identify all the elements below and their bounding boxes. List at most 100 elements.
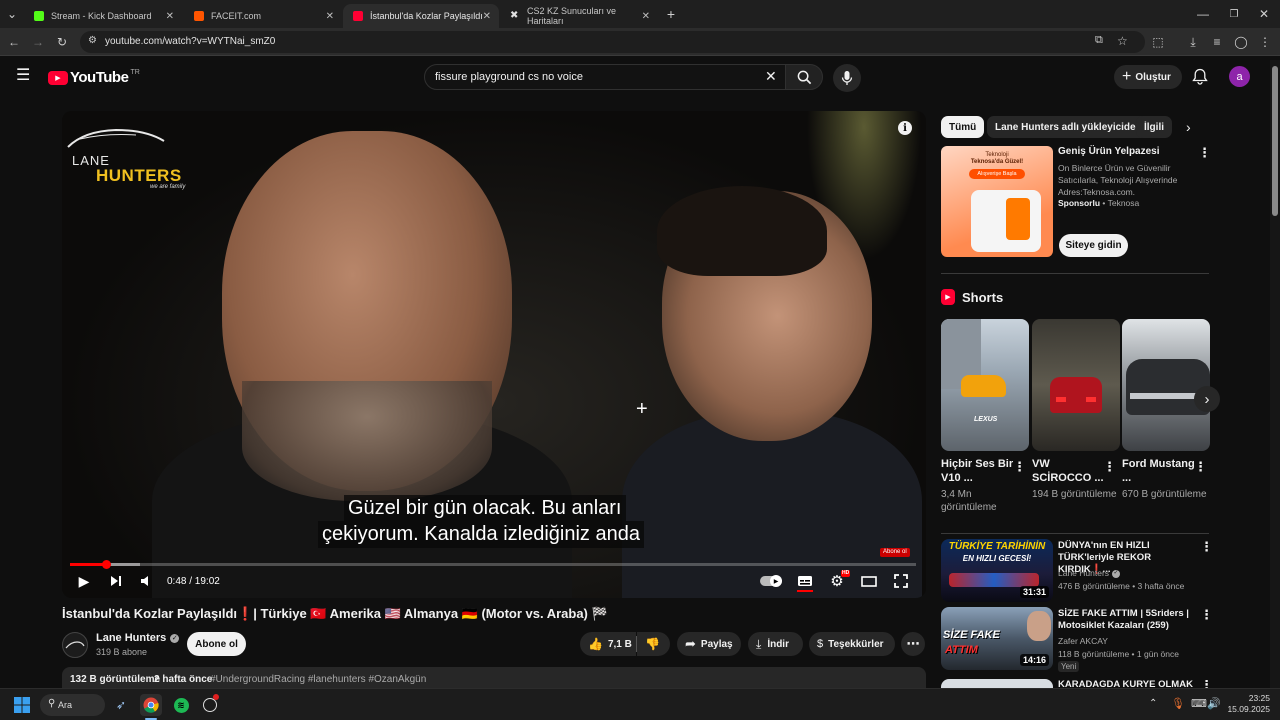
video-thumbnail-2[interactable]: SİZE FAKE ATTIM 14:16 — [941, 607, 1053, 670]
video-title-3[interactable]: KARADAĞDA KURYE OLMAK — [1058, 680, 1193, 688]
search-button[interactable] — [785, 64, 823, 90]
chip-scroll-right-icon[interactable]: › — [1186, 119, 1191, 135]
downloads-icon[interactable]: ⤓ — [1185, 34, 1201, 50]
video-player[interactable]: LANE HUNTERS we are family i + Güzel bir… — [62, 111, 926, 598]
scrollbar-thumb[interactable] — [1272, 66, 1278, 216]
short-menu-icon[interactable]: ⋮ — [1103, 460, 1116, 473]
channel-name-link[interactable]: Lane Hunters ✓ — [96, 632, 180, 644]
show-hidden-icons-chevron-icon[interactable]: ⌃ — [1149, 698, 1157, 709]
play-icon[interactable]: ▶ — [76, 573, 92, 589]
close-icon[interactable]: ✕ — [483, 11, 491, 22]
share-button[interactable]: ➦ Paylaş — [677, 632, 741, 656]
tab-cs2-kz[interactable]: ✖ CS2 KZ Sunucuları ve Haritaları ✕ — [500, 4, 658, 28]
short-title-1[interactable]: Hiçbir Ses Bir V10 ... — [941, 457, 1017, 485]
address-bar[interactable]: ⚙ youtube.com/watch?v=WYTNai_smZ0 ⧉ ☆ — [80, 31, 1145, 53]
video-thumbnail-3[interactable] — [941, 679, 1053, 688]
forward-arrow-icon[interactable]: → — [30, 34, 46, 50]
restore-icon[interactable]: ❐ — [1226, 6, 1242, 22]
hashtags[interactable]: #UndergroundRacing #lanehunters #OzanAkg… — [210, 674, 426, 685]
video-menu-icon[interactable]: ⋮ — [1200, 540, 1213, 553]
fullscreen-icon[interactable] — [892, 573, 910, 589]
orange-car-shape — [961, 375, 1006, 397]
channel-avatar[interactable] — [62, 632, 88, 658]
tab-kick-dashboard[interactable]: Stream - Kick Dashboard ✕ — [24, 4, 182, 28]
ad-image[interactable]: Teknoloji Teknosa'da Güzel! Alışverişe B… — [941, 146, 1053, 257]
subscribe-watermark-badge[interactable]: Abone ol — [880, 548, 910, 557]
video-title-2[interactable]: SİZE FAKE ATTIM | 5Sriders | Motosiklet … — [1058, 608, 1193, 632]
shorts-next-icon[interactable]: › — [1194, 386, 1220, 412]
chrome-icon[interactable] — [140, 694, 162, 716]
thanks-button[interactable]: $ Teşekkürler — [809, 632, 895, 656]
youtube-logo[interactable]: ▶ YouTube TR — [48, 69, 140, 86]
short-title-3[interactable]: Ford Mustang ... — [1122, 457, 1198, 485]
search-input[interactable]: fissure playground cs no voice — [435, 71, 583, 83]
reload-icon[interactable]: ↻ — [54, 34, 70, 50]
next-video-icon[interactable] — [108, 573, 124, 589]
dislike-button[interactable]: 👎 — [637, 632, 670, 656]
chip-from-uploader[interactable]: Lane Hunters adlı yükleyiciden — [987, 116, 1150, 138]
info-icon[interactable]: i — [898, 121, 912, 135]
extensions-icon[interactable]: ⬚ — [1150, 34, 1166, 50]
create-button[interactable]: + Oluştur — [1114, 65, 1182, 89]
tab-faceit[interactable]: FACEIT.com ✕ — [184, 4, 342, 28]
volume-icon[interactable]: 🔊 — [1207, 697, 1221, 710]
more-actions-icon[interactable]: ⋯ — [901, 632, 925, 656]
chip-related[interactable]: İlgili — [1136, 116, 1172, 138]
short-menu-icon[interactable]: ⋮ — [1194, 460, 1207, 473]
tab-search-chevron-icon[interactable]: ⌄ — [4, 6, 20, 22]
ad-menu-icon[interactable]: ⋮ — [1198, 146, 1211, 159]
close-icon[interactable]: ✕ — [326, 11, 334, 22]
media-control-icon[interactable]: ≡ — [1209, 34, 1225, 50]
new-tab-plus-icon[interactable]: + — [663, 6, 679, 22]
bookmark-star-icon[interactable]: ☆ — [1117, 34, 1128, 48]
close-icon[interactable]: ✕ — [166, 11, 174, 22]
progress-bar[interactable] — [70, 560, 916, 569]
hamburger-menu-icon[interactable]: ☰ — [16, 68, 30, 84]
video-menu-icon[interactable]: ⋮ — [1200, 608, 1213, 621]
video-thumbnail-1[interactable]: TÜRKİYE TARİHİNİN EN HIZLI GECESİ! 31:31 — [941, 539, 1053, 602]
page-scrollbar[interactable] — [1270, 60, 1280, 688]
short-title-2[interactable]: VW SCİROCCO ... — [1032, 457, 1108, 485]
like-button[interactable]: 👍 7,1 B — [580, 632, 636, 656]
close-icon[interactable]: ✕ — [642, 11, 650, 22]
theater-mode-icon[interactable] — [860, 573, 878, 589]
avatar[interactable]: a — [1229, 66, 1250, 87]
visit-site-button[interactable]: Siteye gidin — [1059, 234, 1128, 257]
short-thumbnail-3[interactable] — [1122, 319, 1210, 451]
subscribe-button[interactable]: Abone ol — [187, 632, 246, 656]
video-channel-2[interactable]: Zafer AKCAY — [1058, 636, 1208, 647]
download-button[interactable]: ⤓ İndir — [748, 632, 803, 656]
video-channel-1[interactable]: Lane Hunters — [1058, 568, 1109, 579]
network-icon[interactable]: ⌨ — [1191, 697, 1207, 710]
progress-scrubber-handle[interactable] — [102, 560, 111, 569]
back-arrow-icon[interactable]: ← — [6, 34, 22, 50]
short-menu-icon[interactable]: ⋮ — [1013, 460, 1026, 473]
profile-icon[interactable]: ◯ — [1233, 34, 1249, 50]
steam-icon[interactable]: ➶ — [110, 694, 132, 716]
tab-youtube-video[interactable]: İstanbul'da Kozlar Paylaşıldı ❗ | Tür ✕ — [343, 4, 499, 28]
subtitles-cc-icon[interactable] — [796, 573, 814, 589]
voice-search-button[interactable] — [833, 64, 861, 92]
spotify-icon[interactable]: ≋ — [170, 694, 192, 716]
autoplay-toggle[interactable]: ▶ — [760, 575, 782, 587]
microphone-in-use-icon[interactable]: 🎙 — [1171, 697, 1185, 710]
kebab-menu-icon[interactable]: ⋮ — [1257, 34, 1273, 50]
install-app-icon[interactable]: ⧉ — [1095, 34, 1103, 47]
chip-all[interactable]: Tümü — [941, 116, 985, 138]
ad-title[interactable]: Geniş Ürün Yelpazesi — [1058, 146, 1160, 157]
app-icon[interactable] — [199, 694, 221, 716]
search-box[interactable]: fissure playground cs no voice ✕ — [424, 64, 786, 90]
minimize-icon[interactable]: — — [1195, 6, 1211, 22]
volume-icon[interactable] — [138, 573, 154, 589]
short-thumbnail-2[interactable] — [1032, 319, 1120, 451]
clear-search-icon[interactable]: ✕ — [765, 68, 777, 85]
video-menu-icon[interactable]: ⋮ — [1200, 680, 1213, 688]
notifications-bell-icon[interactable] — [1192, 68, 1208, 90]
taskbar-clock[interactable]: 23:25 15.09.2025 — [1226, 693, 1270, 715]
short-thumbnail-1[interactable]: LEXUS — [941, 319, 1029, 451]
window-close-icon[interactable]: ✕ — [1256, 6, 1272, 22]
hd-badge: HD — [841, 570, 851, 577]
site-info-icon[interactable]: ⚙ — [88, 35, 97, 46]
taskbar-search[interactable]: ⚲ Ara — [40, 694, 105, 716]
windows-start-icon[interactable] — [11, 694, 33, 716]
